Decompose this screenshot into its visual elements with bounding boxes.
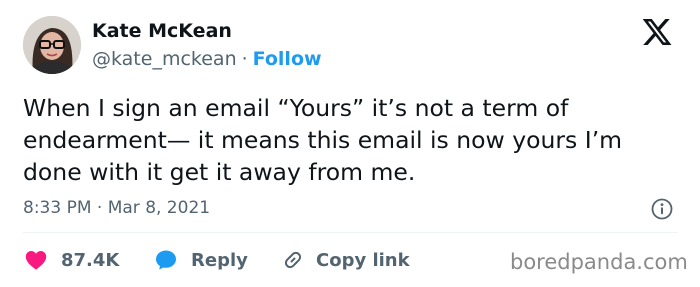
- link-icon: [284, 251, 302, 269]
- author-handle-row: @kate_mckean · Follow: [92, 48, 322, 70]
- heart-icon: [25, 251, 47, 270]
- tweet-text-line: When I sign an email “Yours” it’s not a …: [23, 94, 569, 122]
- watermark: boredpanda.com: [510, 250, 688, 274]
- avatar-image: [23, 16, 81, 74]
- reply-label: Reply: [191, 249, 248, 271]
- tweet-text: When I sign an email “Yours” it’s not a …: [23, 92, 683, 188]
- separator-dot: ·: [241, 48, 248, 70]
- like-button[interactable]: 87.4K: [23, 248, 153, 272]
- tweet-timestamp[interactable]: 8:33 PM · Mar 8, 2021: [23, 198, 210, 218]
- speech-bubble-icon: [156, 250, 176, 270]
- author-handle[interactable]: @kate_mckean: [92, 48, 237, 70]
- reply-button[interactable]: Reply: [153, 248, 281, 272]
- like-count: 87.4K: [61, 249, 120, 271]
- action-bar: 87.4K Reply Copy link: [23, 246, 410, 274]
- divider: [23, 232, 678, 233]
- tweet-text-line: done with it get it away from me.: [23, 158, 416, 186]
- x-logo-icon[interactable]: [640, 16, 674, 48]
- info-icon[interactable]: [651, 198, 673, 220]
- follow-button[interactable]: Follow: [253, 48, 322, 70]
- tweet-text-line: endearment— it means this email is now y…: [23, 126, 623, 154]
- copy-link-button[interactable]: Copy link: [281, 248, 410, 272]
- copy-link-label: Copy link: [316, 249, 410, 271]
- author-name[interactable]: Kate McKean: [92, 20, 232, 42]
- avatar[interactable]: [23, 16, 81, 74]
- tweet-card: Kate McKean @kate_mckean · Follow When I s…: [0, 0, 700, 287]
